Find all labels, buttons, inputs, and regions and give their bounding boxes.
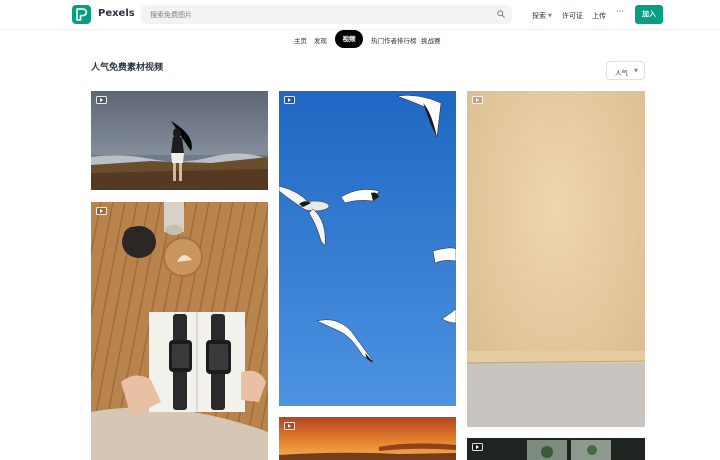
play-icon: [284, 96, 295, 104]
tab-home[interactable]: 主页: [294, 36, 307, 46]
nav-explore[interactable]: 探索 ▼: [532, 11, 552, 21]
video-thumbnail: [91, 202, 268, 460]
video-card-beige-wall-floor[interactable]: [467, 91, 645, 427]
play-icon: [472, 443, 483, 451]
top-header: Pexels 探索▼ 许可证 上传 ··· 加入: [0, 0, 720, 30]
video-card-watch-magazine[interactable]: [91, 202, 268, 460]
brand-name[interactable]: Pexels: [98, 8, 135, 19]
search-icon[interactable]: [497, 10, 505, 18]
pexels-logo-icon[interactable]: [72, 5, 91, 24]
play-icon: [96, 96, 107, 104]
search-bar[interactable]: [141, 5, 512, 24]
play-icon: [284, 422, 295, 430]
more-icon[interactable]: ···: [616, 7, 624, 16]
video-card-sunset-clouds[interactable]: [279, 417, 456, 460]
join-button[interactable]: 加入: [635, 5, 663, 24]
nav-explore-label: 探索: [532, 12, 546, 20]
tab-videos[interactable]: 视频: [335, 30, 363, 48]
video-thumbnail: [467, 438, 645, 460]
video-card-dark-window-plants[interactable]: [467, 438, 645, 460]
nav-upload[interactable]: 上传: [592, 11, 606, 21]
chevron-down-icon: ▼: [548, 13, 552, 19]
video-card-woman-on-shore[interactable]: [91, 91, 268, 190]
tab-challenges[interactable]: 挑战赛: [421, 36, 441, 46]
tab-discover[interactable]: 发现: [314, 36, 327, 46]
play-icon: [96, 207, 107, 215]
video-thumbnail: [279, 91, 456, 406]
sort-label: 人气: [615, 69, 628, 77]
video-thumbnail: [91, 91, 268, 190]
nav-license[interactable]: 许可证: [562, 11, 583, 21]
tab-leaderboard[interactable]: 热门作者排行榜: [371, 36, 417, 46]
search-input[interactable]: [150, 5, 480, 24]
video-thumbnail: [467, 91, 645, 427]
sort-dropdown[interactable]: 人气 ▼: [606, 61, 645, 80]
chevron-down-icon: ▼: [634, 68, 638, 74]
video-thumbnail: [279, 417, 456, 460]
page-title: 人气免费素材视频: [91, 63, 164, 73]
play-icon: [472, 96, 483, 104]
video-card-seagulls-sky[interactable]: [279, 91, 456, 406]
